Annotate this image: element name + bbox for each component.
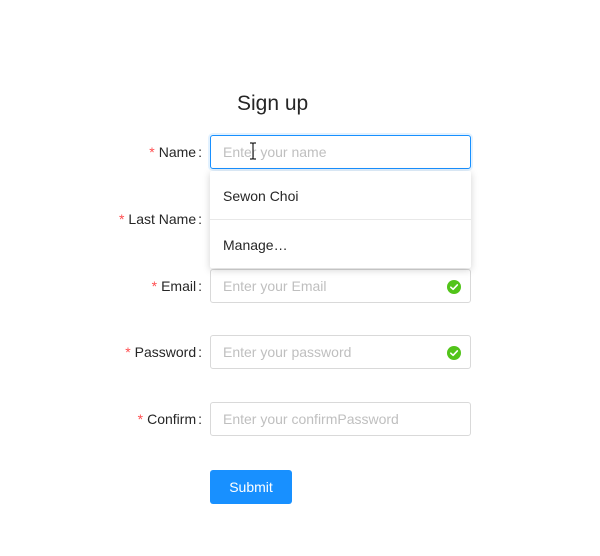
password-label: * Password:	[125, 335, 202, 369]
check-circle-icon	[447, 280, 461, 294]
password-field-wrapper	[210, 335, 471, 369]
name-label-text: Name	[158, 144, 197, 160]
check-circle-icon	[447, 346, 461, 360]
email-row: * Email:	[0, 269, 600, 303]
email-field-wrapper	[210, 269, 471, 303]
label-colon: :	[198, 344, 202, 360]
label-colon: :	[198, 278, 202, 294]
autocomplete-item-sewon-choi[interactable]: Sewon Choi	[210, 172, 471, 220]
password-row: * Password:	[0, 335, 600, 369]
autocomplete-dropdown: Sewon Choi Manage…	[210, 171, 471, 268]
label-colon: :	[198, 211, 202, 227]
email-input[interactable]	[211, 270, 470, 302]
required-mark: *	[125, 344, 131, 360]
label-colon: :	[198, 144, 202, 160]
confirm-label: * Confirm:	[138, 402, 202, 436]
email-label-text: Email	[161, 278, 197, 294]
confirm-field-wrapper	[210, 402, 471, 436]
email-label: * Email:	[152, 269, 202, 303]
required-mark: *	[137, 411, 144, 427]
name-label: * Name:	[149, 135, 202, 169]
password-label-text: Password	[134, 344, 197, 360]
signup-page: Sign up *Name: *Last Name: *Email: *Pa	[0, 0, 600, 556]
confirm-label-text: Confirm	[147, 411, 197, 427]
required-mark: *	[118, 211, 125, 227]
submit-button[interactable]: Submit	[210, 470, 292, 504]
last-name-label-text: Last Name	[128, 211, 197, 227]
label-colon: :	[198, 411, 202, 427]
name-row: * Name:	[0, 135, 600, 169]
confirm-password-input[interactable]	[211, 403, 470, 435]
autocomplete-item-manage[interactable]: Manage…	[210, 221, 471, 269]
confirm-row: * Confirm:	[0, 402, 600, 436]
last-name-label: * Last Name:	[119, 202, 202, 236]
required-mark: *	[149, 144, 155, 160]
password-input[interactable]	[211, 336, 470, 368]
required-mark: *	[151, 278, 158, 294]
page-title: Sign up	[237, 92, 309, 115]
text-cursor-icon	[250, 142, 256, 160]
